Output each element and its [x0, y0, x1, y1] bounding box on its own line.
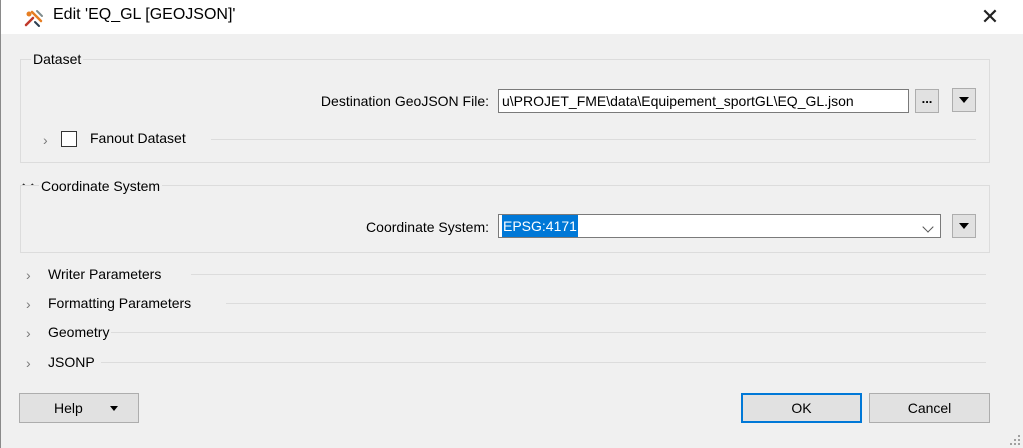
ok-button[interactable]: OK: [741, 393, 862, 423]
dropdown-triangle-icon: [959, 97, 969, 103]
coordinate-system-options-button[interactable]: [952, 214, 976, 238]
chevron-down-icon[interactable]: [922, 221, 934, 233]
section-writer-parameters[interactable]: Writer Parameters: [48, 266, 161, 286]
chevron-right-icon[interactable]: ›: [26, 297, 38, 311]
resize-grip-icon[interactable]: [1009, 434, 1021, 446]
fanout-dataset-checkbox[interactable]: [61, 131, 77, 147]
section-formatting-parameters[interactable]: Formatting Parameters: [48, 295, 191, 315]
section-divider: [191, 274, 986, 275]
coordinate-system-value: EPSG:4171: [502, 215, 578, 237]
fme-transformer-icon: [24, 10, 43, 27]
section-geometry[interactable]: Geometry: [48, 324, 109, 344]
destination-options-button[interactable]: [952, 88, 976, 112]
dropdown-triangle-icon: [959, 223, 969, 229]
dataset-legend: Dataset: [31, 51, 84, 67]
coordinate-system-combobox[interactable]: EPSG:4171: [498, 214, 941, 238]
fanout-dataset-label: Fanout Dataset: [90, 130, 186, 146]
close-button[interactable]: ✕: [976, 4, 1004, 30]
help-button-label: Help: [54, 400, 83, 416]
window-title: Edit 'EQ_GL [GEOJSON]': [53, 6, 236, 23]
coordinate-system-label: Coordinate System:: [366, 219, 489, 235]
help-button[interactable]: Help: [19, 393, 139, 423]
section-divider: [226, 303, 986, 304]
chevron-right-icon[interactable]: ›: [26, 268, 38, 282]
section-divider: [101, 362, 986, 363]
title-bar: Edit 'EQ_GL [GEOJSON]' ✕: [1, 0, 1023, 34]
fanout-divider: [211, 139, 976, 140]
cancel-button[interactable]: Cancel: [869, 393, 990, 423]
chevron-right-icon[interactable]: ›: [43, 133, 55, 147]
section-divider: [111, 332, 986, 333]
coordinate-system-legend-cover: Coordinate System: [39, 178, 163, 194]
destination-file-input[interactable]: u\PROJET_FME\data\Equipement_sportGL\EQ_…: [498, 89, 909, 113]
caret-down-icon: [110, 406, 118, 411]
destination-file-label: Destination GeoJSON File:: [320, 93, 489, 109]
edit-writer-dialog: Edit 'EQ_GL [GEOJSON]' ✕ Dataset Destina…: [0, 0, 1023, 448]
chevron-right-icon[interactable]: ›: [26, 356, 38, 370]
section-jsonp[interactable]: JSONP: [48, 354, 95, 374]
browse-button[interactable]: ...: [915, 89, 939, 113]
chevron-right-icon[interactable]: ›: [26, 326, 38, 340]
